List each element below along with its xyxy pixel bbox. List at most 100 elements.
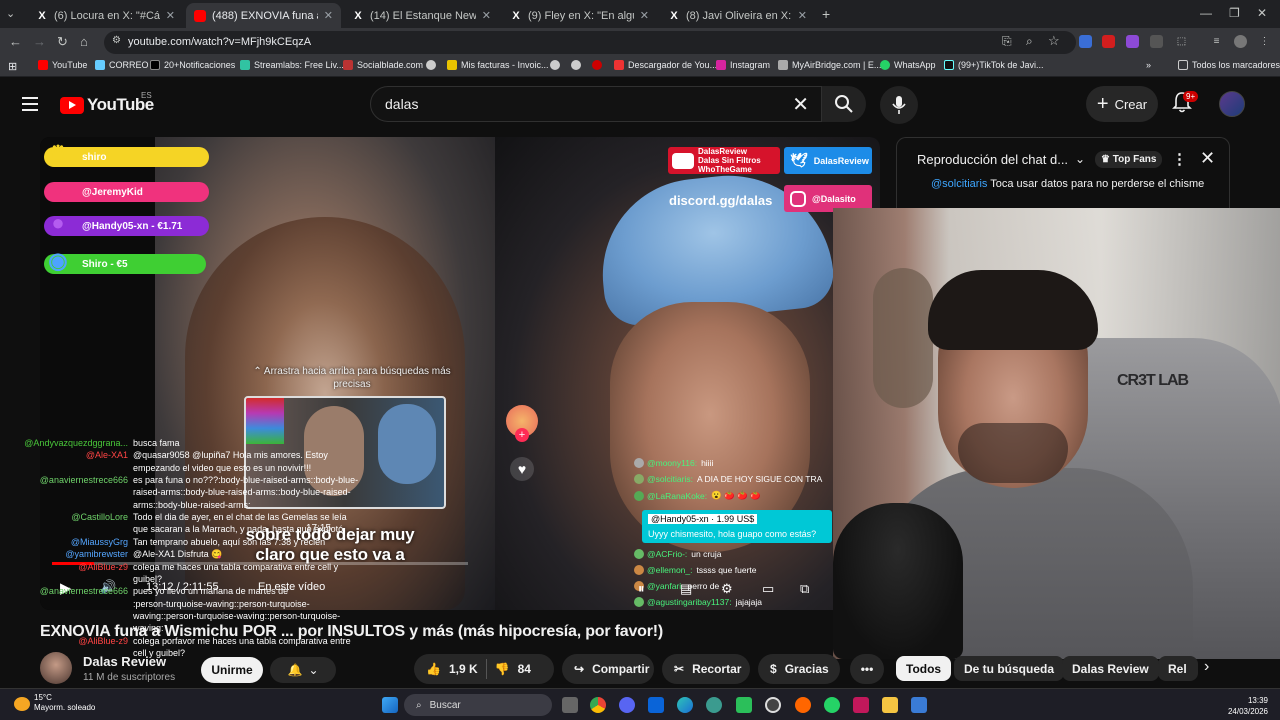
tab-search-icon[interactable]: ⌄ [6,7,15,20]
back-icon[interactable]: ← [9,34,22,49]
extension-purple-icon[interactable] [1126,35,1139,48]
extensions-puzzle-icon[interactable]: ⬚ [1175,35,1188,48]
share-button[interactable]: ↪ Compartir [562,654,654,684]
close-tab-icon[interactable]: ✕ [640,9,649,22]
bookmark-descargador[interactable]: Descargador de You... [614,60,717,70]
home-icon[interactable]: ⌂ [80,34,88,49]
close-tab-icon[interactable]: ✕ [166,9,175,22]
edge-icon[interactable] [677,697,693,713]
like-button[interactable]: 👍 1,9 K [414,662,478,676]
bookmark-tiktok[interactable]: (99+)TikTok de Javi... [944,60,1043,70]
new-tab-button[interactable]: + [822,6,830,22]
discord-icon[interactable] [619,697,635,713]
task-view-icon[interactable] [562,697,578,713]
close-tab-icon[interactable]: ✕ [324,9,333,22]
thanks-button[interactable]: $ Gracias [758,654,840,684]
network-icon[interactable] [706,697,722,713]
chat-title[interactable]: Reproducción del chat d... [917,152,1068,167]
subscriber-count: 11 M de suscriptores [83,672,176,683]
settings-gear-icon[interactable]: ⚙ [721,581,733,597]
apps-grid-icon[interactable]: ⊞ [8,60,17,73]
window-close-icon[interactable]: ✕ [1257,6,1267,20]
guide-menu-icon[interactable] [22,97,38,111]
whatsapp-icon[interactable] [824,697,840,713]
bookmark-star-icon[interactable]: ☆ [1048,33,1060,49]
bookmark-globe-2[interactable] [550,60,564,70]
taskbar-search[interactable]: ⌕ Buscar [404,694,552,716]
search-button[interactable] [822,86,866,122]
obs-icon[interactable] [765,697,781,713]
create-button[interactable]: + Crear [1086,86,1158,122]
streamlabs-icon[interactable] [736,697,752,713]
profile-avatar-icon[interactable] [1234,35,1247,48]
browser-tab-2[interactable]: X(14) El Estanque News en X✕ [344,3,499,28]
chip-de-tu-busqueda[interactable]: De tu búsqueda [954,656,1065,681]
browser-tab-3[interactable]: X(9) Fley en X: "En algunos afirm✕ [502,3,657,28]
top-fans-button[interactable]: ♛ Top Fans [1095,151,1163,168]
pause-autoplay-icon[interactable]: ⏸ [638,581,645,597]
chat-more-icon[interactable]: ⋮ [1172,150,1187,168]
app-badge-icon[interactable] [853,697,869,713]
bookmarks-overflow-icon[interactable]: » [1146,60,1151,70]
chevron-down-icon[interactable]: ⌄ [1075,152,1085,166]
cast-icon[interactable]: ⧉ [800,581,809,597]
subscribed-bell-button[interactable]: 🔔 ⌄ [270,657,336,683]
reading-list-icon[interactable]: ≡ [1210,35,1223,48]
chrome-icon[interactable] [590,697,606,713]
clear-search-icon[interactable]: ✕ [792,92,809,117]
mail-icon[interactable] [648,697,664,713]
bookmark-facturas[interactable]: Mis facturas - Invoic... [447,60,549,70]
photos-icon[interactable] [911,697,927,713]
account-avatar[interactable] [1219,91,1245,117]
chips-next-icon[interactable]: › [1204,658,1209,676]
bookmark-streamlabs[interactable]: Streamlabs: Free Liv... [240,60,344,70]
chip-dalas-review[interactable]: Dalas Review [1062,656,1159,681]
install-app-icon[interactable]: ⎘ [1002,34,1012,49]
browser-menu-icon[interactable]: ⋮ [1258,35,1271,48]
miniplayer-icon[interactable]: ▭ [762,581,774,597]
dislike-button[interactable]: 👎 84 [495,662,531,676]
bookmark-globe-3[interactable] [571,60,585,70]
forward-icon[interactable]: → [33,34,46,49]
minimize-icon[interactable]: — [1200,6,1212,20]
bookmark-socialblade[interactable]: Socialblade.com [343,60,423,70]
join-button[interactable]: Unirme [201,657,263,683]
more-actions-button[interactable]: ••• [850,654,884,684]
bookmark-notificaciones[interactable]: 20+Notificaciones [150,60,235,70]
firefox-icon[interactable] [795,697,811,713]
close-tab-icon[interactable]: ✕ [798,9,807,22]
clip-button[interactable]: ✂ Recortar [662,654,750,684]
system-clock[interactable]: 13:39 24/03/2026 [1214,695,1268,717]
voice-search-button[interactable] [880,86,918,124]
restore-icon[interactable]: ❐ [1229,6,1240,20]
browser-tab-4[interactable]: X(8) Javi Oliveira en X: "Una ex p✕ [660,3,815,28]
site-info-icon[interactable]: ⚙ [112,35,121,46]
youtube-logo[interactable]: YouTube [60,95,154,115]
chip-related[interactable]: Rel [1158,656,1198,681]
windows-start-icon[interactable] [382,697,398,713]
bookmark-instagram[interactable]: Instagram [716,60,770,70]
weather-widget[interactable]: 15°C Mayorm. soleado [34,693,95,713]
seek-hint: ⌃ Arrastra hacia arriba para búsquedas m… [253,366,451,390]
extension-record-icon[interactable] [1102,35,1115,48]
search-input[interactable]: dalas ✕ [370,86,822,122]
bookmark-youtube[interactable]: YouTube [38,60,87,70]
close-tab-icon[interactable]: ✕ [482,9,491,22]
browser-tab-1[interactable]: (488) EXNOVIA funa a Wismich✕ [186,3,341,28]
reload-icon[interactable]: ↻ [57,34,68,50]
extension-translate-icon[interactable] [1079,35,1092,48]
bookmark-red[interactable] [592,60,606,70]
chip-todos[interactable]: Todos [896,656,952,681]
folder-icon[interactable] [882,697,898,713]
close-chat-icon[interactable]: ✕ [1200,148,1215,169]
address-bar[interactable]: ⚙ youtube.com/watch?v=MFjh9kCEqzA ⎘ ⌕ ☆ [104,31,1076,54]
extension-grey-icon[interactable] [1150,35,1163,48]
bookmark-whatsapp[interactable]: WhatsApp [880,60,936,70]
subtitles-icon[interactable]: ▤ [680,581,692,597]
bookmark-globe[interactable] [426,60,440,70]
bookmark-correo[interactable]: CORREO [95,60,149,70]
browser-tab-0[interactable]: X(6) Locura en X: "#CárcelGemel✕ [28,3,183,28]
all-bookmarks[interactable]: Todos los marcadores [1178,60,1280,70]
bookmark-myairbridge[interactable]: MyAirBridge.com | E... [778,60,881,70]
zoom-icon[interactable]: ⌕ [1026,34,1033,49]
